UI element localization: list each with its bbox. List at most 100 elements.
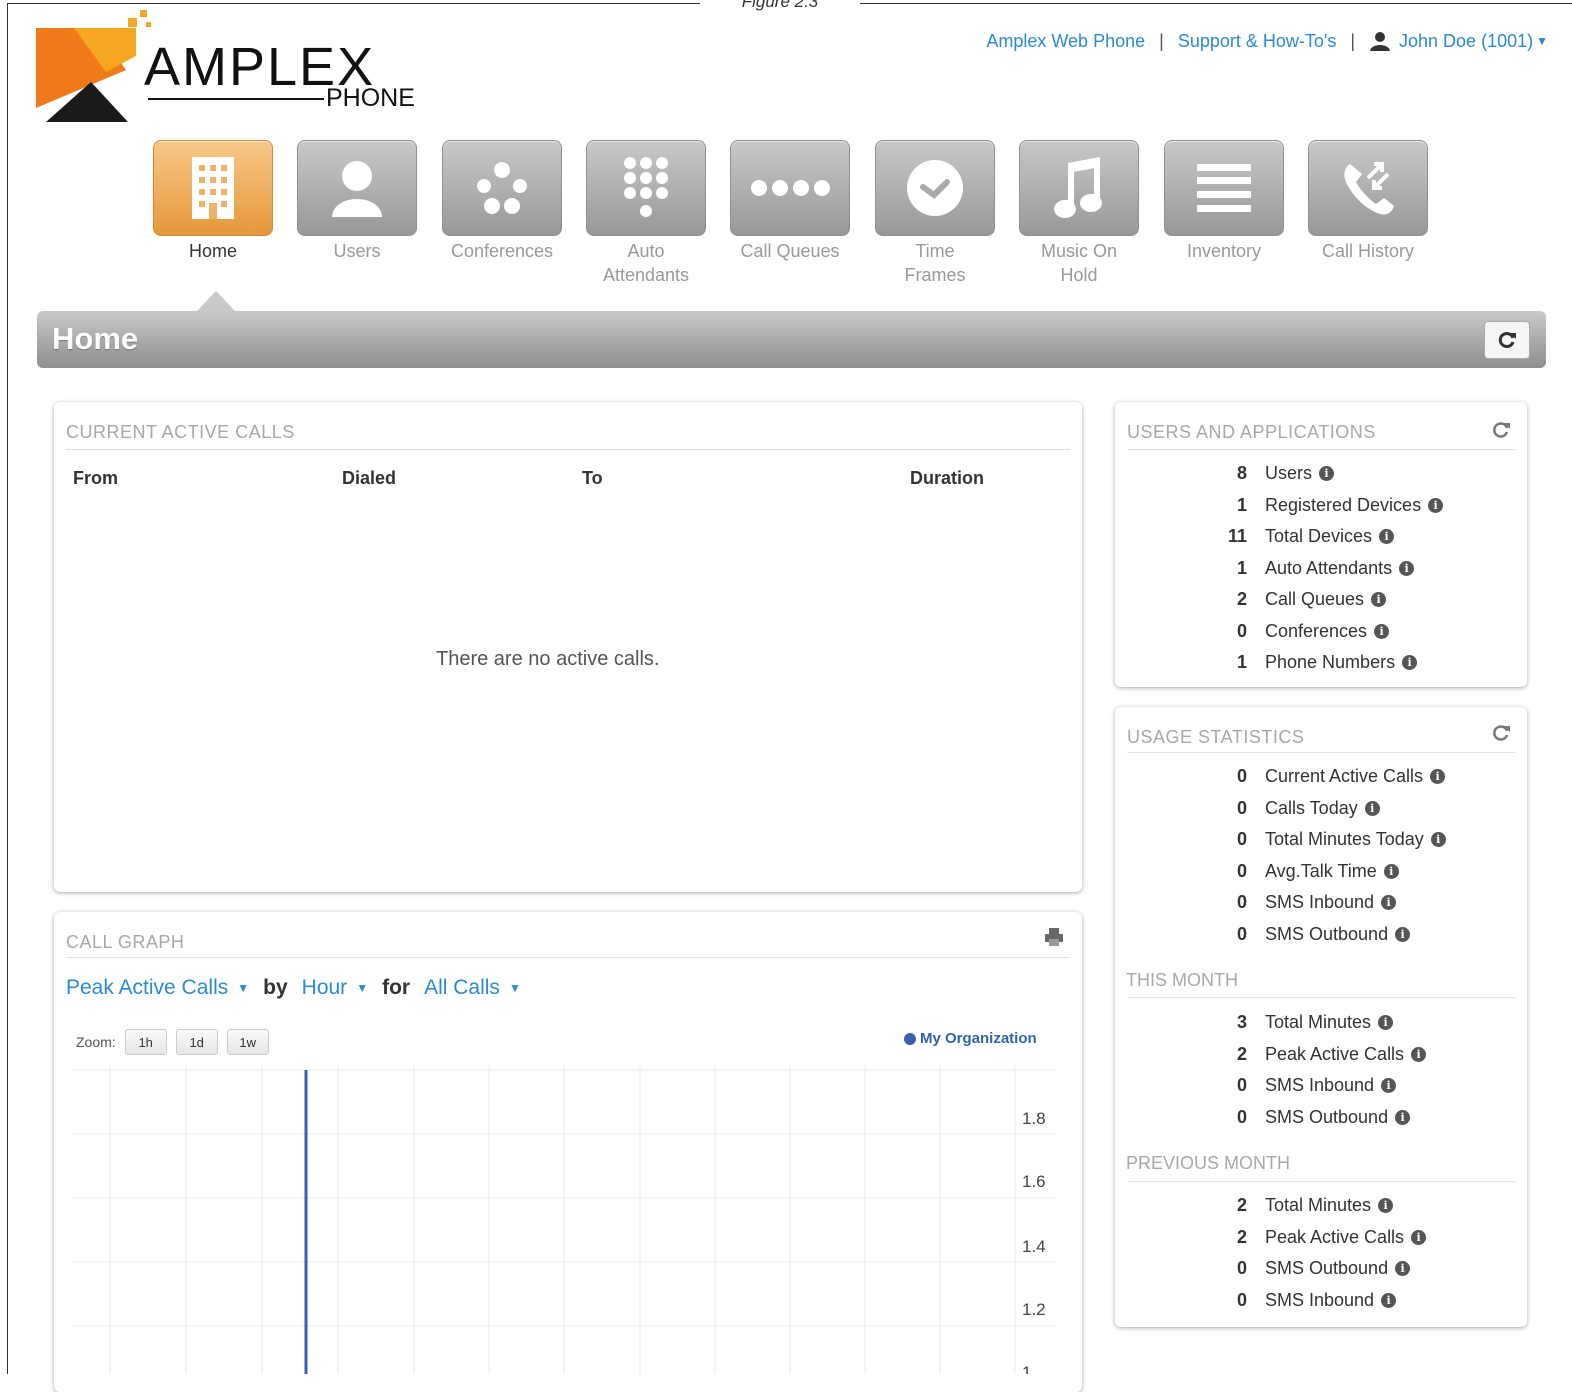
stat-row: 2 Total Minutes i	[1115, 1190, 1394, 1220]
panel-title: USAGE STATISTICS	[1127, 727, 1305, 747]
column-header-duration[interactable]: Duration	[910, 468, 984, 489]
stat-row: 0 SMS Inbound i	[1115, 1070, 1397, 1100]
zoom-1d-button[interactable]: 1d	[175, 1029, 218, 1055]
nav-label: Auto Attendants	[602, 241, 690, 285]
info-icon[interactable]: i	[1395, 1260, 1411, 1276]
info-icon[interactable]: i	[1378, 1014, 1394, 1030]
music-note-icon	[1054, 157, 1102, 218]
support-link[interactable]: Support & How-To's	[1178, 31, 1337, 52]
info-icon[interactable]: i	[1411, 1229, 1427, 1245]
nav-label: Call Queues	[740, 241, 840, 261]
for-label: for	[382, 976, 411, 999]
info-icon[interactable]: i	[1395, 926, 1411, 942]
stat-label: Call Queues	[1265, 588, 1365, 609]
nav-tile	[1308, 140, 1428, 236]
metric-dropdown[interactable]: Peak Active Calls	[66, 976, 228, 1000]
column-header-from[interactable]: From	[73, 468, 118, 489]
stat-row: 0 Total Minutes Today i	[1115, 824, 1446, 854]
info-icon[interactable]: i	[1378, 1197, 1394, 1213]
column-header-dialed[interactable]: Dialed	[342, 468, 396, 489]
user-icon	[1370, 32, 1391, 51]
info-icon[interactable]: i	[1430, 768, 1446, 784]
info-icon[interactable]: i	[1381, 894, 1397, 910]
refresh-icon	[1493, 725, 1510, 741]
info-icon[interactable]: i	[1430, 831, 1446, 847]
nav-users[interactable]: Users	[297, 140, 417, 263]
nav-home[interactable]: Home	[153, 140, 273, 263]
stat-label: SMS Inbound	[1265, 891, 1375, 912]
caret-down-icon[interactable]: ▼	[237, 981, 249, 995]
graph-controls: Peak Active Calls ▼ by Hour ▼ for All Ca…	[66, 976, 535, 1000]
info-icon[interactable]: i	[1395, 1109, 1411, 1125]
nav-call-queues[interactable]: Call Queues	[730, 140, 850, 263]
page-title: Home	[52, 321, 139, 356]
nav-tile	[1019, 140, 1139, 236]
info-icon[interactable]: i	[1402, 654, 1418, 670]
info-icon[interactable]: i	[1428, 497, 1444, 513]
chart-legend[interactable]: My Organization	[904, 1030, 1037, 1047]
caret-down-icon[interactable]: ▼	[509, 981, 521, 995]
info-icon[interactable]: i	[1383, 863, 1399, 879]
stat-value: 0	[1236, 828, 1247, 849]
nav-conferences[interactable]: Conferences	[442, 140, 562, 263]
info-icon[interactable]: i	[1379, 528, 1395, 544]
stat-value: 1	[1236, 651, 1247, 672]
nav-label: Conferences	[450, 241, 554, 261]
column-header-to[interactable]: To	[582, 468, 603, 489]
stat-label: Total Devices	[1265, 525, 1373, 546]
refresh-button[interactable]	[1491, 420, 1511, 445]
info-icon[interactable]: i	[1399, 560, 1415, 576]
list-icon	[1197, 164, 1251, 212]
caret-down-icon[interactable]: ▼	[356, 981, 368, 995]
refresh-button[interactable]	[1484, 321, 1530, 359]
info-icon[interactable]: i	[1374, 623, 1390, 639]
info-icon[interactable]: i	[1319, 465, 1335, 481]
stat-row: 1 Auto Attendants i	[1115, 553, 1415, 583]
stat-value: 1	[1236, 494, 1247, 515]
call-graph-chart[interactable]: 1.8 1.6 1.4 1.2 1	[60, 1066, 1060, 1374]
user-icon	[332, 161, 382, 217]
refresh-icon	[1493, 422, 1510, 438]
phone-arrows-icon	[1344, 162, 1394, 215]
print-button[interactable]	[1044, 928, 1064, 951]
stat-row: 1 Registered Devices i	[1115, 490, 1444, 520]
logo-sub: PHONE	[326, 84, 415, 112]
panel-title: CURRENT ACTIVE CALLS	[66, 422, 295, 442]
zoom-1h-button[interactable]: 1h	[124, 1029, 167, 1055]
stat-value: 0	[1236, 620, 1247, 641]
divider	[1127, 1181, 1515, 1182]
info-icon[interactable]: i	[1364, 800, 1380, 816]
nav-label: Users	[333, 241, 381, 261]
nav-time-frames[interactable]: Time Frames	[875, 140, 995, 287]
keypad-icon	[624, 157, 668, 217]
user-menu[interactable]: John Doe (1001) ▼	[1369, 30, 1548, 52]
stat-row: 0 Avg.Talk Time i	[1115, 856, 1399, 886]
stat-value: 0	[1236, 860, 1247, 881]
stat-value: 0	[1236, 1289, 1247, 1310]
active-nav-pointer	[196, 291, 236, 312]
web-phone-link[interactable]: Amplex Web Phone	[986, 31, 1145, 52]
info-icon[interactable]: i	[1381, 1077, 1397, 1093]
stat-label: SMS Outbound	[1265, 1106, 1389, 1127]
stat-label: Phone Numbers	[1265, 651, 1396, 672]
refresh-button[interactable]	[1491, 723, 1511, 748]
info-icon[interactable]: i	[1411, 1046, 1427, 1062]
nav-call-history[interactable]: Call History	[1308, 140, 1428, 263]
divider	[1127, 997, 1515, 998]
panel-title: CALL GRAPH	[66, 932, 185, 952]
scope-dropdown[interactable]: All Calls	[424, 976, 500, 1000]
printer-icon	[1045, 928, 1063, 946]
amplex-logo[interactable]: AMPLEX PHONE	[36, 10, 436, 128]
stat-value: 0	[1236, 1074, 1247, 1095]
nav-music-on-hold[interactable]: Music On Hold	[1019, 140, 1139, 287]
nav-inventory[interactable]: Inventory	[1164, 140, 1284, 263]
nav-tile	[586, 140, 706, 236]
nav-label: Call History	[1321, 241, 1414, 261]
info-icon[interactable]: i	[1371, 591, 1387, 607]
zoom-1w-button[interactable]: 1w	[226, 1029, 269, 1055]
nav-auto-attendants[interactable]: Auto Attendants	[586, 140, 706, 287]
period-dropdown[interactable]: Hour	[302, 976, 348, 1000]
y-tick-label: 1.4	[1022, 1237, 1046, 1256]
info-icon[interactable]: i	[1381, 1292, 1397, 1308]
stat-value: 3	[1236, 1011, 1247, 1032]
